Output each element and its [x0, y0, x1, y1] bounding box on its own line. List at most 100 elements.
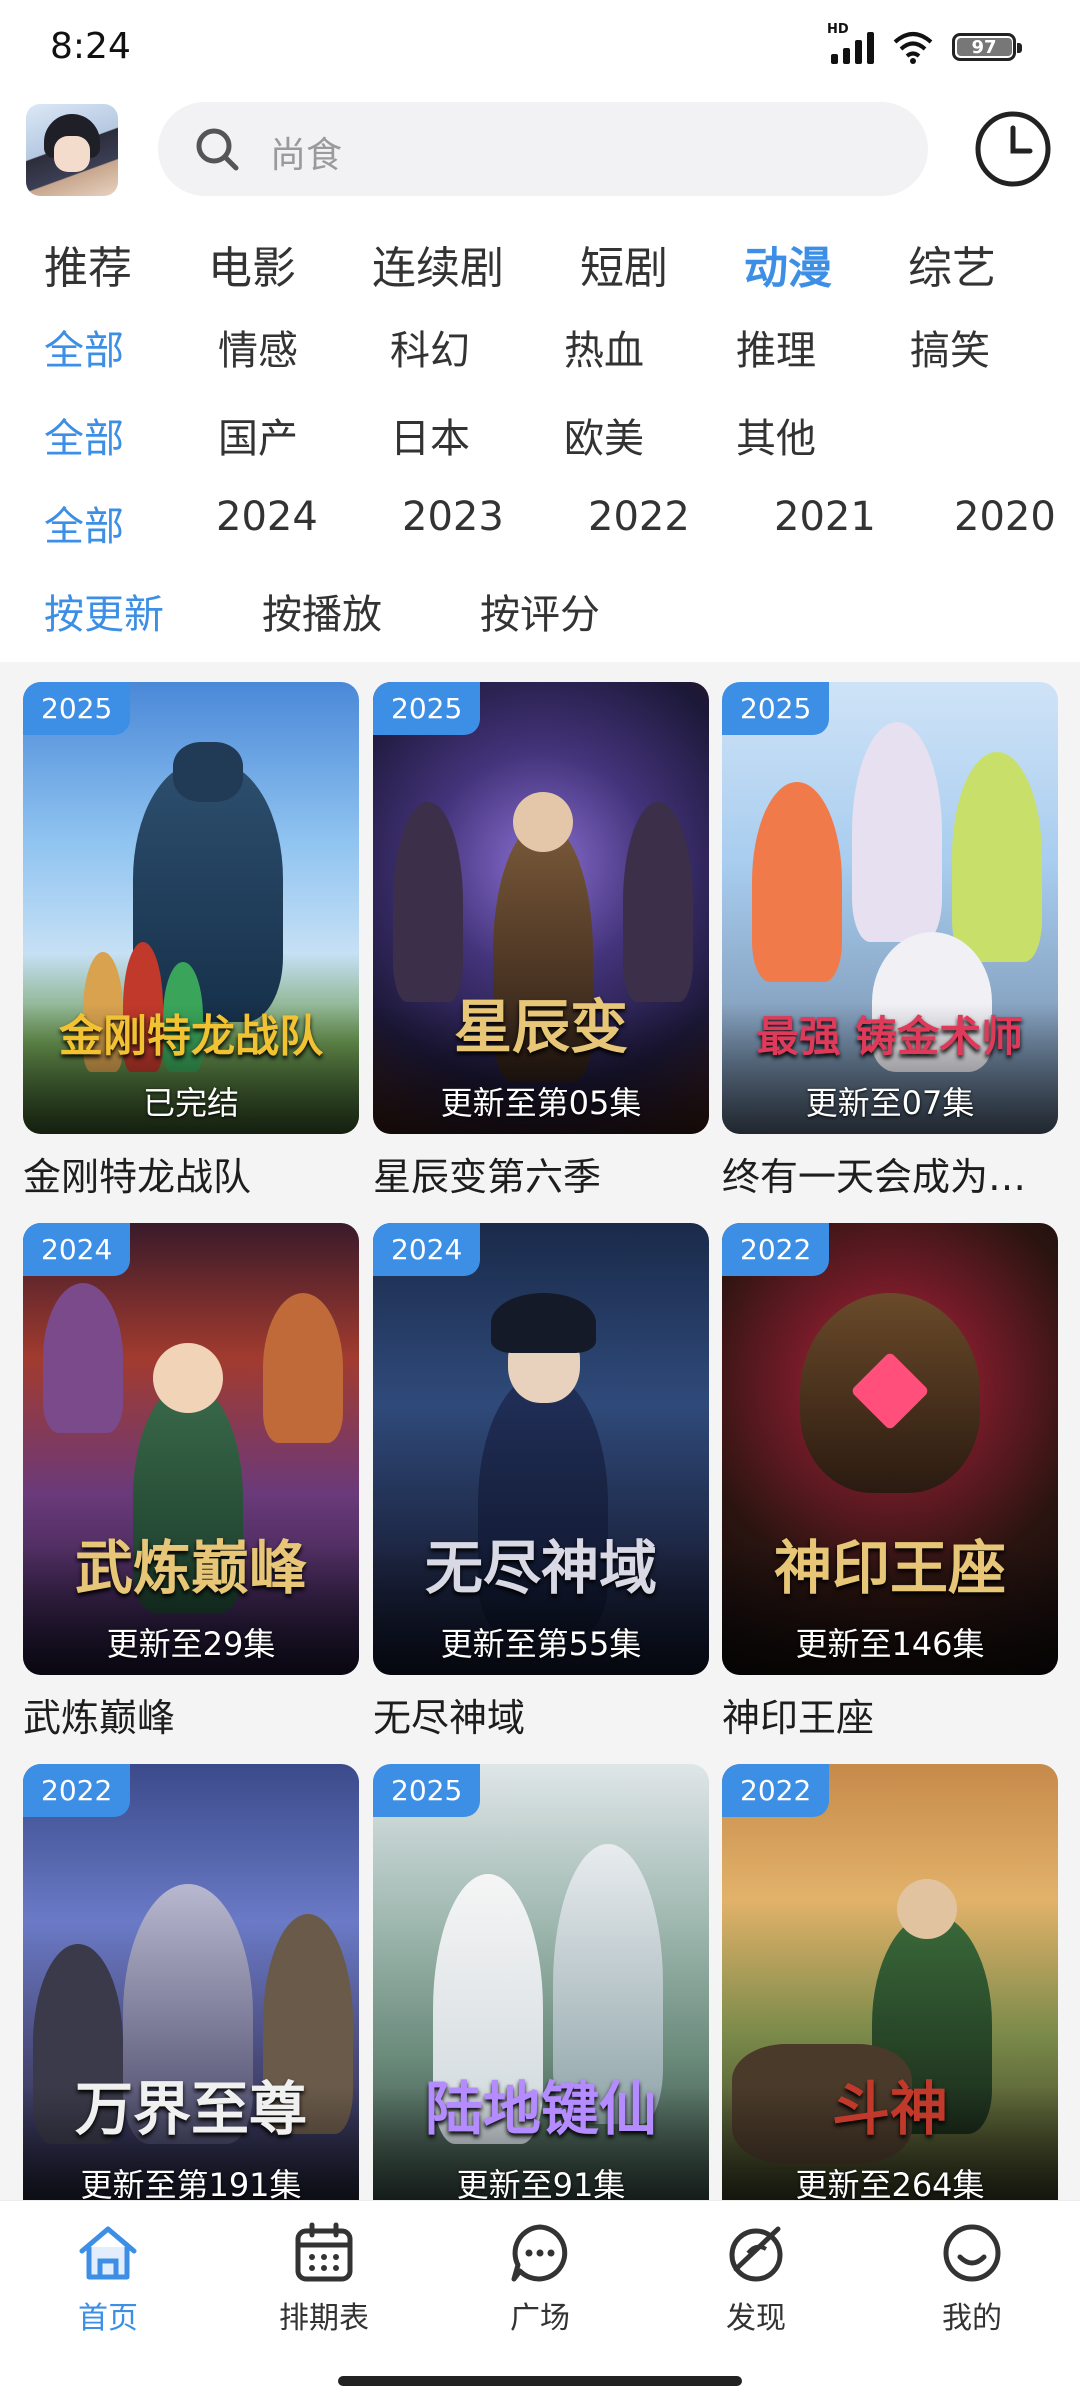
video-title: 武炼巅峰 [23, 1696, 176, 1740]
filter-genre-romance[interactable]: 情感 [218, 318, 298, 376]
video-card[interactable]: 最强 铸金术师 2025 更新至07集 终有一天会成为… [722, 682, 1058, 1201]
filter-year-2021[interactable]: 2021 [774, 494, 876, 540]
wifi-icon [893, 32, 933, 64]
video-card[interactable]: 神印王座 2022 更新至146集 神印王座 [722, 1223, 1058, 1742]
poster-image: 星辰变 2025 更新至第05集 [373, 682, 709, 1134]
search-placeholder: 尚食 [270, 135, 343, 176]
video-card[interactable]: 陆地键仙 2025 更新至91集 [373, 1764, 709, 2200]
poster-logo: 无尽神域 [424, 1534, 657, 1602]
bottom-nav: 首页 排期表 广场 发现 我的 [0, 2200, 1080, 2370]
episode-status: 更新至07集 [805, 1084, 975, 1122]
filter-row-region: 全部 国产 日本 欧美 其他 [0, 406, 1080, 462]
filter-row-year: 全部 2024 2023 2022 2021 2020 [0, 494, 1080, 550]
discover-icon [729, 2226, 783, 2282]
search-bar[interactable]: 尚食 [158, 102, 928, 196]
calendar-icon [295, 2222, 353, 2282]
episode-status: 更新至29集 [106, 1625, 276, 1663]
filter-region-japan[interactable]: 日本 [390, 406, 470, 464]
poster-logo: 武炼巅峰 [74, 1534, 307, 1602]
sort-by-rating[interactable]: 按评分 [480, 582, 600, 640]
tab-recommend[interactable]: 推荐 [44, 232, 132, 296]
video-title: 金刚特龙战队 [23, 1155, 252, 1199]
episode-status: 更新至146集 [795, 1625, 985, 1663]
video-card[interactable]: 星辰变 2025 更新至第05集 星辰变第六季 [373, 682, 709, 1201]
filter-genre-action[interactable]: 热血 [564, 318, 644, 376]
nav-label: 排期表 [279, 2301, 369, 2336]
filter-genre-all[interactable]: 全部 [44, 318, 124, 376]
nav-label: 我的 [942, 2301, 1002, 2336]
battery-level: 97 [971, 36, 997, 58]
video-card[interactable]: 武炼巅峰 2024 更新至29集 武炼巅峰 [23, 1223, 359, 1742]
filter-year-2022[interactable]: 2022 [588, 494, 690, 540]
sort-by-update[interactable]: 按更新 [44, 582, 164, 640]
episode-status: 更新至第55集 [440, 1625, 642, 1663]
video-title: 无尽神域 [373, 1696, 526, 1740]
video-title: 星辰变第六季 [373, 1155, 602, 1199]
poster-image: 万界至尊 2022 更新至第191集 [23, 1764, 359, 2200]
nav-discover[interactable]: 发现 [648, 2219, 864, 2337]
video-card[interactable]: 万界至尊 2022 更新至第191集 [23, 1764, 359, 2200]
chat-icon [511, 2224, 568, 2282]
nav-square[interactable]: 广场 [432, 2219, 648, 2337]
status-icons: HD 97 [827, 22, 1022, 64]
smile-icon [943, 2224, 1001, 2282]
filter-year-all[interactable]: 全部 [44, 494, 124, 552]
filter-region-other[interactable]: 其他 [736, 406, 816, 464]
nav-schedule[interactable]: 排期表 [216, 2219, 432, 2337]
video-card[interactable]: 无尽神域 2024 更新至第55集 无尽神域 [373, 1223, 709, 1742]
home-icon [79, 2226, 137, 2280]
filter-region-domestic[interactable]: 国产 [218, 406, 298, 464]
nav-label: 首页 [78, 2301, 138, 2336]
year-badge: 2025 [722, 682, 830, 735]
poster-logo: 陆地键仙 [424, 2075, 657, 2143]
episode-status: 更新至264集 [795, 2166, 985, 2200]
poster-image: 神印王座 2022 更新至146集 [722, 1223, 1058, 1675]
nav-mine[interactable]: 我的 [864, 2219, 1080, 2337]
filter-genre-mystery[interactable]: 推理 [736, 318, 816, 376]
video-card[interactable]: 斗神 2022 更新至264集 [722, 1764, 1058, 2200]
year-badge: 2024 [23, 1223, 131, 1276]
home-indicator[interactable] [338, 2376, 742, 2386]
year-badge: 2022 [722, 1764, 830, 1817]
filter-row-genre: 全部 情感 科幻 热血 推理 搞笑 [0, 318, 1080, 374]
filter-year-2023[interactable]: 2023 [402, 494, 504, 540]
filter-year-2024[interactable]: 2024 [216, 494, 318, 540]
nav-home[interactable]: 首页 [0, 2219, 216, 2337]
poster-logo: 金刚特龙战队 [59, 1011, 323, 1062]
poster-logo: 神印王座 [773, 1534, 1006, 1602]
poster-image: 陆地键仙 2025 更新至91集 [373, 1764, 709, 2200]
tab-short-drama[interactable]: 短剧 [580, 232, 668, 296]
sort-by-plays[interactable]: 按播放 [262, 582, 382, 640]
poster-image: 金刚特龙战队 2025 已完结 [23, 682, 359, 1134]
video-title: 终有一天会成为… [722, 1155, 1027, 1199]
year-badge: 2024 [373, 1223, 481, 1276]
tab-series[interactable]: 连续剧 [372, 232, 504, 296]
filter-genre-comedy[interactable]: 搞笑 [910, 318, 990, 376]
filter-genre-scifi[interactable]: 科幻 [390, 318, 470, 376]
category-tabs: 推荐 电影 连续剧 短剧 动漫 综艺 [0, 232, 1080, 296]
tab-variety[interactable]: 综艺 [908, 232, 996, 296]
nav-label: 发现 [726, 2301, 786, 2336]
episode-status: 更新至第05集 [440, 1084, 642, 1122]
network-type-label: HD [827, 22, 849, 37]
year-badge: 2025 [373, 682, 481, 735]
filter-row-sort: 按更新 按播放 按评分 [0, 582, 1080, 638]
filter-region-all[interactable]: 全部 [44, 406, 124, 464]
tab-anime[interactable]: 动漫 [744, 232, 832, 296]
episode-status: 更新至91集 [456, 2166, 626, 2200]
poster-logo: 星辰变 [453, 993, 628, 1061]
poster-image: 最强 铸金术师 2025 更新至07集 [722, 682, 1058, 1134]
filter-region-west[interactable]: 欧美 [564, 406, 644, 464]
avatar[interactable] [26, 104, 118, 196]
status-time: 8:24 [50, 26, 131, 67]
poster-image: 无尽神域 2024 更新至第55集 [373, 1223, 709, 1675]
year-badge: 2022 [23, 1764, 131, 1817]
episode-status: 更新至第191集 [80, 2166, 302, 2200]
tab-movie[interactable]: 电影 [208, 232, 296, 296]
filter-year-2020[interactable]: 2020 [954, 494, 1056, 540]
video-card[interactable]: 金刚特龙战队 2025 已完结 金刚特龙战队 [23, 682, 359, 1201]
status-bar: 8:24 HD 97 [0, 0, 1080, 96]
year-badge: 2025 [23, 682, 131, 735]
episode-status: 已完结 [142, 1084, 239, 1122]
history-clock-icon[interactable] [972, 108, 1054, 190]
